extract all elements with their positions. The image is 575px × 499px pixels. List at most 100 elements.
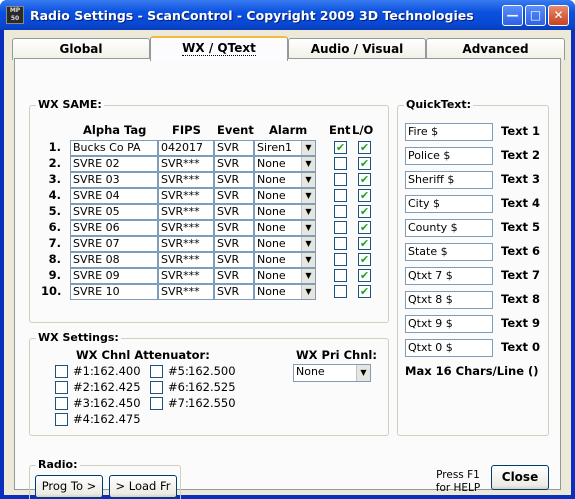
quicktext-input[interactable]: Sheriff $ bbox=[405, 171, 493, 189]
alpha-tag-input[interactable]: SVRE 10 bbox=[70, 284, 158, 300]
quicktext-input[interactable]: Qtxt 8 $ bbox=[405, 291, 493, 309]
alarm-select[interactable]: None ▼ bbox=[254, 236, 316, 252]
ent-checkbox[interactable] bbox=[334, 189, 347, 202]
chevron-down-icon[interactable]: ▼ bbox=[301, 221, 315, 235]
quicktext-input[interactable]: Qtxt 9 $ bbox=[405, 315, 493, 333]
ent-checkbox[interactable] bbox=[334, 269, 347, 282]
alarm-select[interactable]: None ▼ bbox=[254, 252, 316, 268]
fips-input[interactable]: SVR*** bbox=[158, 156, 214, 172]
chevron-down-icon[interactable]: ▼ bbox=[301, 253, 315, 267]
alarm-select[interactable]: None ▼ bbox=[254, 156, 316, 172]
alarm-select[interactable]: None ▼ bbox=[254, 220, 316, 236]
ent-checkbox[interactable] bbox=[334, 221, 347, 234]
title-bar[interactable]: MP 50 Radio Settings - ScanControl - Copy… bbox=[0, 0, 575, 30]
chevron-down-icon[interactable]: ▼ bbox=[301, 141, 315, 155]
alarm-select[interactable]: None ▼ bbox=[254, 204, 316, 220]
ent-checkbox[interactable] bbox=[334, 237, 347, 250]
fips-input[interactable]: SVR*** bbox=[158, 268, 214, 284]
event-input[interactable]: SVR bbox=[214, 236, 254, 252]
attenuator-checkbox[interactable] bbox=[150, 381, 163, 394]
alpha-tag-input[interactable]: SVRE 03 bbox=[70, 172, 158, 188]
event-input[interactable]: SVR bbox=[214, 284, 254, 300]
ent-checkbox[interactable] bbox=[334, 253, 347, 266]
close-window-button[interactable]: ✕ bbox=[548, 5, 569, 26]
fips-input[interactable]: SVR*** bbox=[158, 204, 214, 220]
quicktext-input[interactable]: State $ bbox=[405, 243, 493, 261]
attenuator-checkbox[interactable] bbox=[55, 397, 68, 410]
fips-input[interactable]: SVR*** bbox=[158, 236, 214, 252]
alpha-tag-input[interactable]: SVRE 07 bbox=[70, 236, 158, 252]
ent-checkbox[interactable] bbox=[334, 285, 347, 298]
fips-input[interactable]: SVR*** bbox=[158, 220, 214, 236]
lo-checkbox[interactable]: ✔ bbox=[358, 221, 371, 234]
chevron-down-icon[interactable]: ▼ bbox=[301, 285, 315, 299]
lo-checkbox[interactable]: ✔ bbox=[358, 237, 371, 250]
alarm-select[interactable]: None ▼ bbox=[254, 268, 316, 284]
fips-input[interactable]: SVR*** bbox=[158, 252, 214, 268]
lo-checkbox[interactable]: ✔ bbox=[358, 253, 371, 266]
chevron-down-icon[interactable]: ▼ bbox=[301, 157, 315, 171]
minimize-button[interactable]: — bbox=[502, 5, 523, 26]
fips-input[interactable]: SVR*** bbox=[158, 172, 214, 188]
event-input[interactable]: SVR bbox=[214, 204, 254, 220]
tab-advanced[interactable]: Advanced bbox=[426, 38, 565, 60]
lo-checkbox[interactable]: ✔ bbox=[358, 205, 371, 218]
alpha-tag-input[interactable]: SVRE 04 bbox=[70, 188, 158, 204]
event-input[interactable]: SVR bbox=[214, 220, 254, 236]
alarm-select[interactable]: None ▼ bbox=[254, 172, 316, 188]
chevron-down-icon[interactable]: ▼ bbox=[301, 269, 315, 283]
chevron-down-icon[interactable]: ▼ bbox=[301, 237, 315, 251]
quicktext-input[interactable]: County $ bbox=[405, 219, 493, 237]
lo-checkbox[interactable]: ✔ bbox=[358, 173, 371, 186]
lo-checkbox[interactable]: ✔ bbox=[358, 189, 371, 202]
tab-wx-qtext[interactable]: WX / QText bbox=[150, 36, 288, 61]
lo-checkbox[interactable]: ✔ bbox=[358, 285, 371, 298]
chevron-down-icon[interactable]: ▼ bbox=[301, 205, 315, 219]
prog-to-button[interactable]: Prog To > bbox=[35, 475, 103, 498]
maximize-button[interactable]: □ bbox=[525, 5, 546, 26]
app-icon[interactable]: MP 50 bbox=[6, 6, 24, 24]
alarm-select[interactable]: Siren1 ▼ bbox=[254, 140, 316, 156]
event-input[interactable]: SVR bbox=[214, 188, 254, 204]
alpha-tag-input[interactable]: SVRE 05 bbox=[70, 204, 158, 220]
ent-checkbox[interactable] bbox=[334, 173, 347, 186]
alpha-tag-input[interactable]: Bucks Co PA bbox=[70, 140, 158, 156]
chevron-down-icon[interactable]: ▼ bbox=[301, 189, 315, 203]
quicktext-input[interactable]: Police $ bbox=[405, 147, 493, 165]
attenuator-checkbox[interactable] bbox=[55, 365, 68, 378]
attenuator-checkbox[interactable] bbox=[150, 397, 163, 410]
event-input[interactable]: SVR bbox=[214, 268, 254, 284]
event-input[interactable]: SVR bbox=[214, 140, 254, 156]
load-from-button[interactable]: > Load Fr bbox=[109, 475, 177, 498]
alpha-tag-input[interactable]: SVRE 02 bbox=[70, 156, 158, 172]
lo-checkbox[interactable]: ✔ bbox=[358, 157, 371, 170]
tab-audio-visual[interactable]: Audio / Visual bbox=[288, 38, 426, 60]
chevron-down-icon[interactable]: ▼ bbox=[356, 365, 370, 381]
fips-input[interactable]: 042017 bbox=[158, 140, 214, 156]
fips-input[interactable]: SVR*** bbox=[158, 284, 214, 300]
event-input[interactable]: SVR bbox=[214, 252, 254, 268]
event-input[interactable]: SVR bbox=[214, 156, 254, 172]
quicktext-input[interactable]: Qtxt 7 $ bbox=[405, 267, 493, 285]
alarm-select[interactable]: None ▼ bbox=[254, 284, 316, 300]
quicktext-input[interactable]: City $ bbox=[405, 195, 493, 213]
lo-checkbox[interactable]: ✔ bbox=[358, 269, 371, 282]
event-input[interactable]: SVR bbox=[214, 172, 254, 188]
quicktext-input[interactable]: Fire $ bbox=[405, 123, 493, 141]
ent-checkbox[interactable] bbox=[334, 157, 347, 170]
alpha-tag-input[interactable]: SVRE 06 bbox=[70, 220, 158, 236]
quicktext-input[interactable]: Qtxt 0 $ bbox=[405, 339, 493, 357]
attenuator-checkbox[interactable] bbox=[150, 365, 163, 378]
close-button[interactable]: Close bbox=[491, 465, 549, 490]
alarm-select[interactable]: None ▼ bbox=[254, 188, 316, 204]
ent-checkbox[interactable]: ✔ bbox=[334, 141, 347, 154]
lo-checkbox[interactable]: ✔ bbox=[358, 141, 371, 154]
tab-global[interactable]: Global bbox=[12, 38, 150, 60]
chevron-down-icon[interactable]: ▼ bbox=[301, 173, 315, 187]
alpha-tag-input[interactable]: SVRE 09 bbox=[70, 268, 158, 284]
attenuator-checkbox[interactable] bbox=[55, 381, 68, 394]
attenuator-checkbox[interactable] bbox=[55, 413, 68, 426]
alpha-tag-input[interactable]: SVRE 08 bbox=[70, 252, 158, 268]
fips-input[interactable]: SVR*** bbox=[158, 188, 214, 204]
ent-checkbox[interactable] bbox=[334, 205, 347, 218]
